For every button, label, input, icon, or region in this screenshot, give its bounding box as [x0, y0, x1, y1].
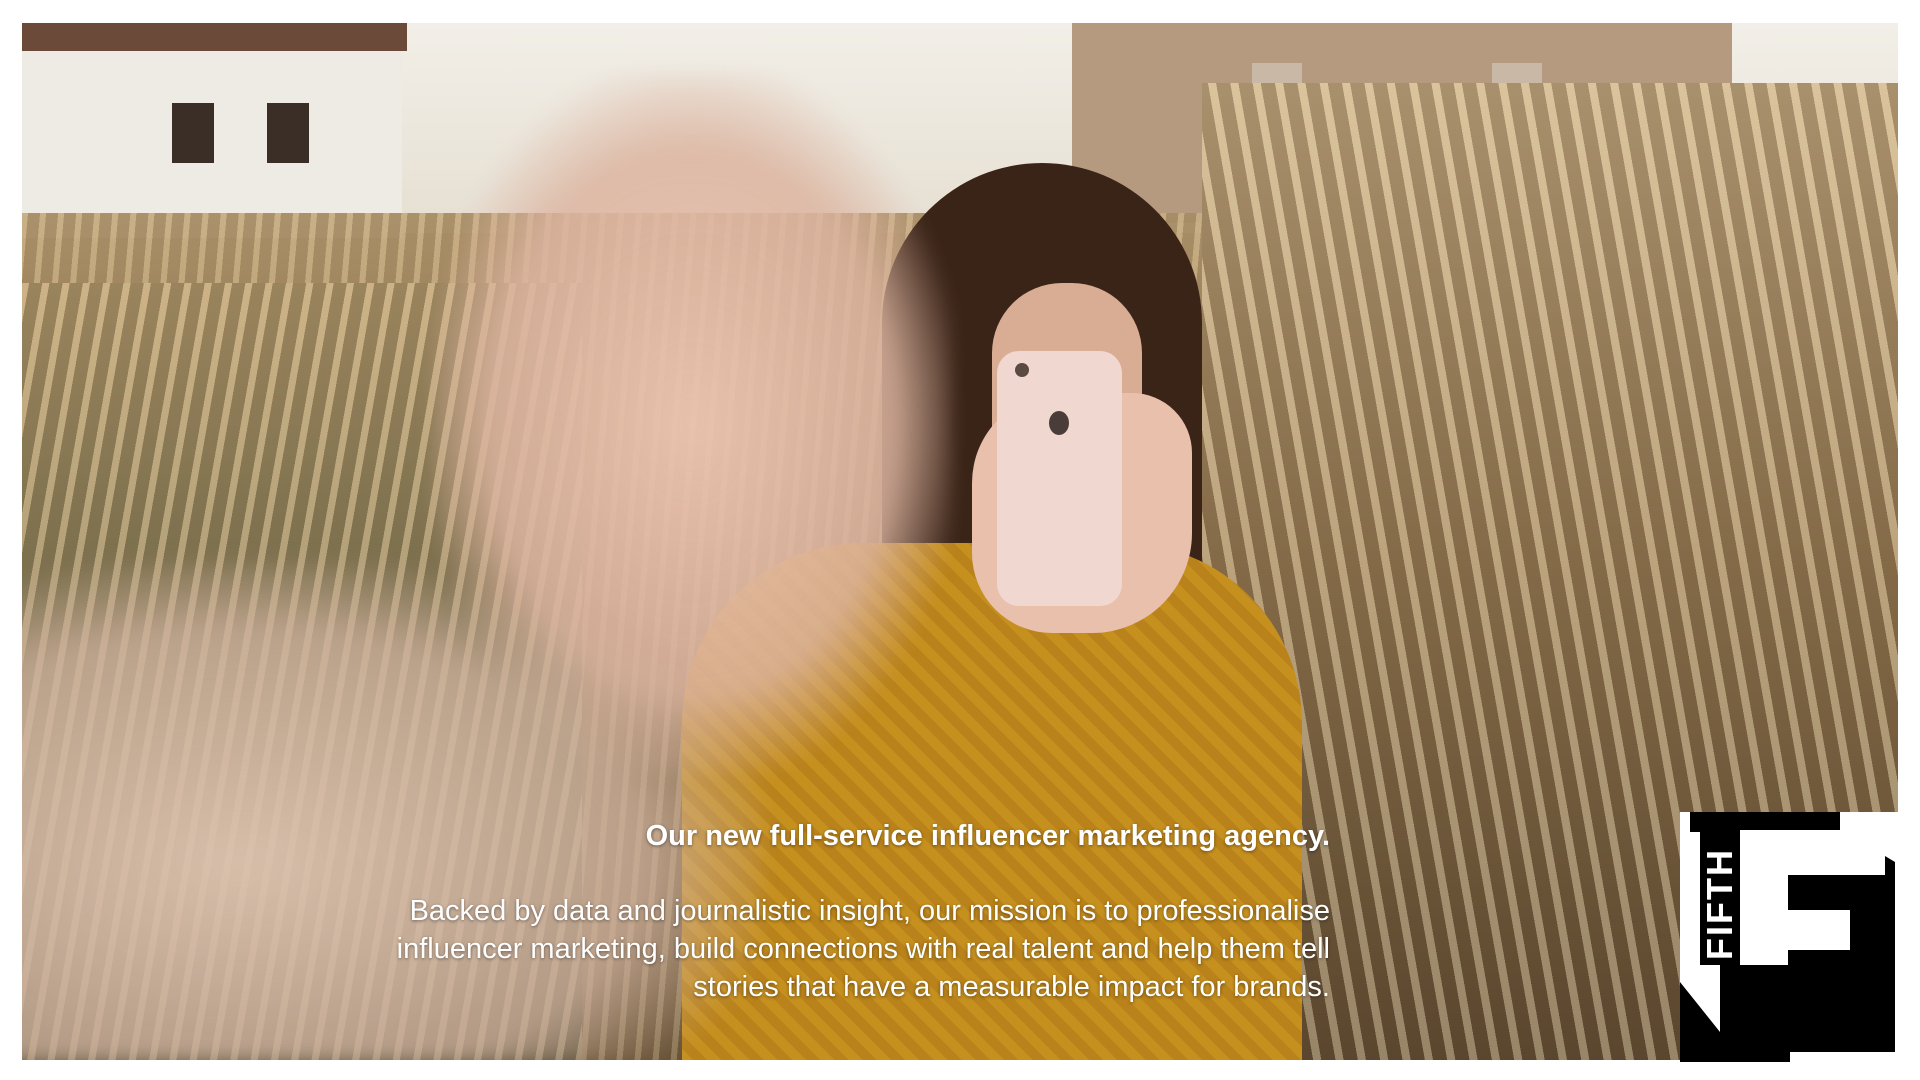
logo-text: FIFTH [1699, 848, 1740, 960]
fifth-f-logo-icon: FIFTH [1680, 812, 1905, 1062]
house-left [22, 23, 407, 238]
body-text: Backed by data and journalistic insight,… [280, 892, 1330, 1006]
apple-logo-icon [1049, 411, 1069, 435]
body-line: stories that have a measurable impact fo… [693, 971, 1330, 1003]
smartphone [997, 351, 1122, 606]
body-line: Backed by data and journalistic insight,… [409, 895, 1330, 927]
headline: Our new full-service influencer marketin… [645, 820, 1330, 852]
overlay-text: Our new full-service influencer marketin… [280, 818, 1330, 1006]
body-line: influencer marketing, build connections … [396, 933, 1330, 965]
fifth-logo: FIFTH [1680, 812, 1905, 1062]
